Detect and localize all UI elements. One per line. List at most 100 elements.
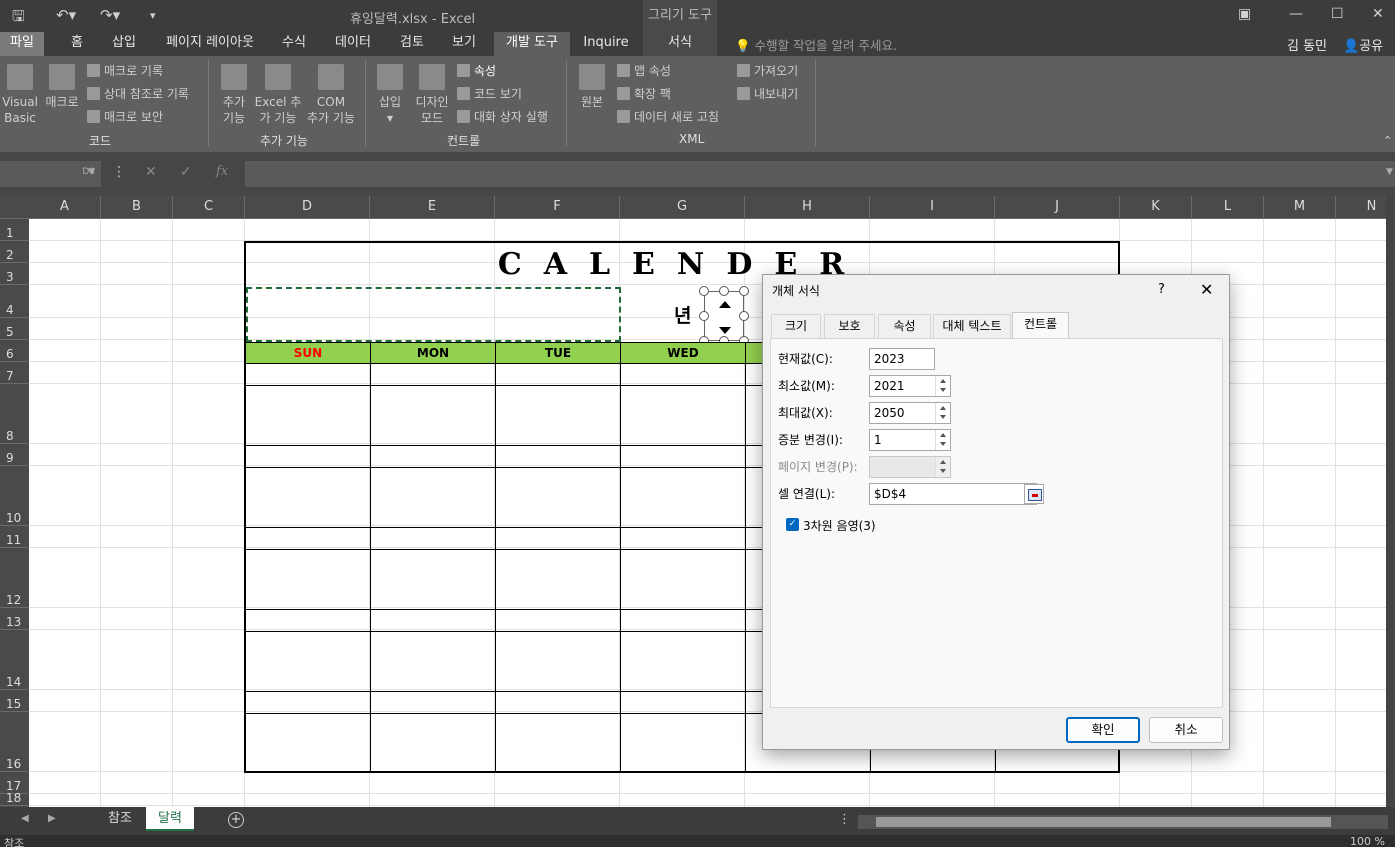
column-header[interactable]: M bbox=[1264, 196, 1336, 219]
column-header[interactable]: G bbox=[620, 196, 745, 219]
row-header[interactable]: 3 bbox=[0, 263, 29, 285]
column-header[interactable]: J bbox=[995, 196, 1120, 219]
vertical-scrollbar[interactable] bbox=[1386, 196, 1395, 807]
addins-button[interactable]: 추가 기능 bbox=[218, 64, 250, 126]
tab-protection[interactable]: 보호 bbox=[824, 314, 875, 338]
resize-handle[interactable] bbox=[739, 311, 749, 321]
share-button[interactable]: 👤공유 bbox=[1343, 35, 1383, 54]
column-header[interactable]: F bbox=[495, 196, 620, 219]
horizontal-scrollbar[interactable] bbox=[858, 815, 1388, 829]
name-box[interactable]: D4 ▼ bbox=[0, 161, 101, 187]
spin-down-icon[interactable] bbox=[719, 327, 731, 334]
insert-control-button[interactable]: 삽입 ▾ bbox=[374, 64, 406, 126]
3d-shading-checkbox[interactable]: ✓ bbox=[786, 518, 799, 531]
macros-button[interactable]: 매크로 bbox=[43, 64, 81, 110]
macro-security-button[interactable]: 매크로 보안 bbox=[87, 108, 163, 125]
row-header[interactable]: 9 bbox=[0, 444, 29, 466]
column-header[interactable]: K bbox=[1120, 196, 1192, 219]
row-header[interactable]: 2 bbox=[0, 241, 29, 263]
row-header[interactable]: 1 bbox=[0, 219, 29, 241]
tab-view[interactable]: 보기 bbox=[444, 32, 484, 56]
increment-spinner[interactable] bbox=[935, 430, 950, 450]
insert-function-icon[interactable]: fx bbox=[216, 164, 228, 179]
collapse-ribbon-icon[interactable]: ⌃ bbox=[1383, 134, 1392, 147]
tab-developer[interactable]: 개발 도구 bbox=[494, 32, 570, 56]
more-options-icon[interactable]: ⋮ bbox=[112, 164, 126, 180]
relative-reference-button[interactable]: 상대 참조로 기록 bbox=[87, 85, 189, 102]
row-header[interactable]: 14 bbox=[0, 630, 29, 690]
run-dialog-button[interactable]: 대화 상자 실행 bbox=[457, 108, 548, 125]
min-value-spinner[interactable] bbox=[935, 376, 950, 396]
tab-insert[interactable]: 삽입 bbox=[105, 32, 143, 56]
refresh-data-button[interactable]: 데이터 새로 고침 bbox=[617, 108, 719, 125]
tab-review[interactable]: 검토 bbox=[392, 32, 432, 56]
tab-home[interactable]: 홈 bbox=[62, 32, 92, 56]
tab-page-layout[interactable]: 페이지 레이아웃 bbox=[158, 32, 262, 56]
tab-control[interactable]: 컨트롤 bbox=[1012, 312, 1069, 339]
tab-file[interactable]: 파일 bbox=[0, 32, 44, 56]
close-icon[interactable]: ✕ bbox=[1200, 280, 1213, 299]
tab-inquire[interactable]: Inquire bbox=[578, 32, 634, 56]
column-header[interactable]: I bbox=[870, 196, 995, 219]
column-header[interactable]: E bbox=[370, 196, 495, 219]
cell-link-field[interactable]: $D$4 bbox=[869, 483, 1037, 505]
tab-size[interactable]: 크기 bbox=[771, 314, 821, 338]
tab-properties[interactable]: 속성 bbox=[878, 314, 931, 338]
user-name[interactable]: 김 동민 bbox=[1287, 35, 1327, 54]
add-sheet-button[interactable]: + bbox=[228, 812, 244, 828]
row-header[interactable]: 18 bbox=[0, 792, 29, 806]
row-header[interactable]: 7 bbox=[0, 362, 29, 384]
year-spin-button[interactable] bbox=[704, 291, 744, 341]
formula-input[interactable] bbox=[245, 161, 1395, 187]
max-value-field[interactable]: 2050 bbox=[869, 402, 951, 424]
row-header[interactable]: 12 bbox=[0, 548, 29, 608]
scroll-thumb[interactable] bbox=[876, 817, 1331, 827]
spin-up-icon[interactable] bbox=[719, 301, 731, 308]
sheet-tab-calendar[interactable]: 달력 bbox=[146, 807, 194, 831]
row-header[interactable]: 4 bbox=[0, 285, 29, 318]
increment-field[interactable]: 1 bbox=[869, 429, 951, 451]
column-header[interactable]: C bbox=[173, 196, 245, 219]
excel-addins-button[interactable]: Excel 추 가 기능 bbox=[254, 64, 302, 126]
column-header[interactable]: L bbox=[1192, 196, 1264, 219]
redo-icon[interactable]: ↷▾ bbox=[100, 6, 120, 24]
min-value-field[interactable]: 2021 bbox=[869, 375, 951, 397]
tab-format[interactable]: 서식 bbox=[643, 32, 717, 56]
resize-handle[interactable] bbox=[719, 286, 729, 296]
row-header[interactable]: 13 bbox=[0, 608, 29, 630]
save-icon[interactable]: 🖫 bbox=[12, 6, 25, 31]
cancel-entry-icon[interactable]: ✕ bbox=[145, 164, 157, 180]
row-header[interactable]: 6 bbox=[0, 340, 29, 362]
sheet-tab-reference[interactable]: 참조 bbox=[95, 807, 145, 831]
map-properties-button[interactable]: 맵 속성 bbox=[617, 62, 671, 79]
row-header[interactable]: 10 bbox=[0, 466, 29, 526]
column-header[interactable]: H bbox=[745, 196, 870, 219]
expansion-packs-button[interactable]: 확장 팩 bbox=[617, 85, 671, 102]
range-picker-icon[interactable] bbox=[1024, 484, 1044, 504]
zoom-level[interactable]: 100 % bbox=[1350, 835, 1385, 847]
record-macro-button[interactable]: 매크로 기록 bbox=[87, 62, 163, 79]
minimize-icon[interactable]: — bbox=[1289, 6, 1303, 22]
undo-icon[interactable]: ↶▾ bbox=[56, 6, 76, 24]
max-value-spinner[interactable] bbox=[935, 403, 950, 423]
ribbon-display-icon[interactable]: ▣ bbox=[1238, 6, 1251, 22]
import-button[interactable]: 가져오기 bbox=[737, 62, 798, 79]
next-sheet-icon[interactable]: ▶ bbox=[48, 813, 56, 824]
year-cell-selection[interactable] bbox=[246, 287, 621, 342]
row-header[interactable]: 15 bbox=[0, 690, 29, 712]
view-code-button[interactable]: 코드 보기 bbox=[457, 85, 522, 102]
column-header[interactable]: A bbox=[29, 196, 101, 219]
export-button[interactable]: 내보내기 bbox=[737, 85, 798, 102]
xml-source-button[interactable]: 원본 bbox=[576, 64, 608, 110]
resize-handle[interactable] bbox=[699, 311, 709, 321]
expand-formula-icon[interactable]: ▼ bbox=[1386, 167, 1393, 177]
row-header[interactable]: 8 bbox=[0, 384, 29, 444]
com-addins-button[interactable]: COM 추가 기능 bbox=[304, 64, 358, 126]
design-mode-button[interactable]: 디자인 모드 bbox=[412, 64, 452, 126]
column-header[interactable]: B bbox=[101, 196, 173, 219]
confirm-entry-icon[interactable]: ✓ bbox=[180, 164, 192, 180]
tell-me-box[interactable]: 💡 수행할 작업을 알려 주세요. bbox=[735, 35, 897, 54]
customize-qat-icon[interactable]: ▾ bbox=[150, 9, 156, 22]
visual-basic-button[interactable]: Visual Basic bbox=[2, 64, 38, 126]
ok-button[interactable]: 확인 bbox=[1066, 717, 1140, 743]
